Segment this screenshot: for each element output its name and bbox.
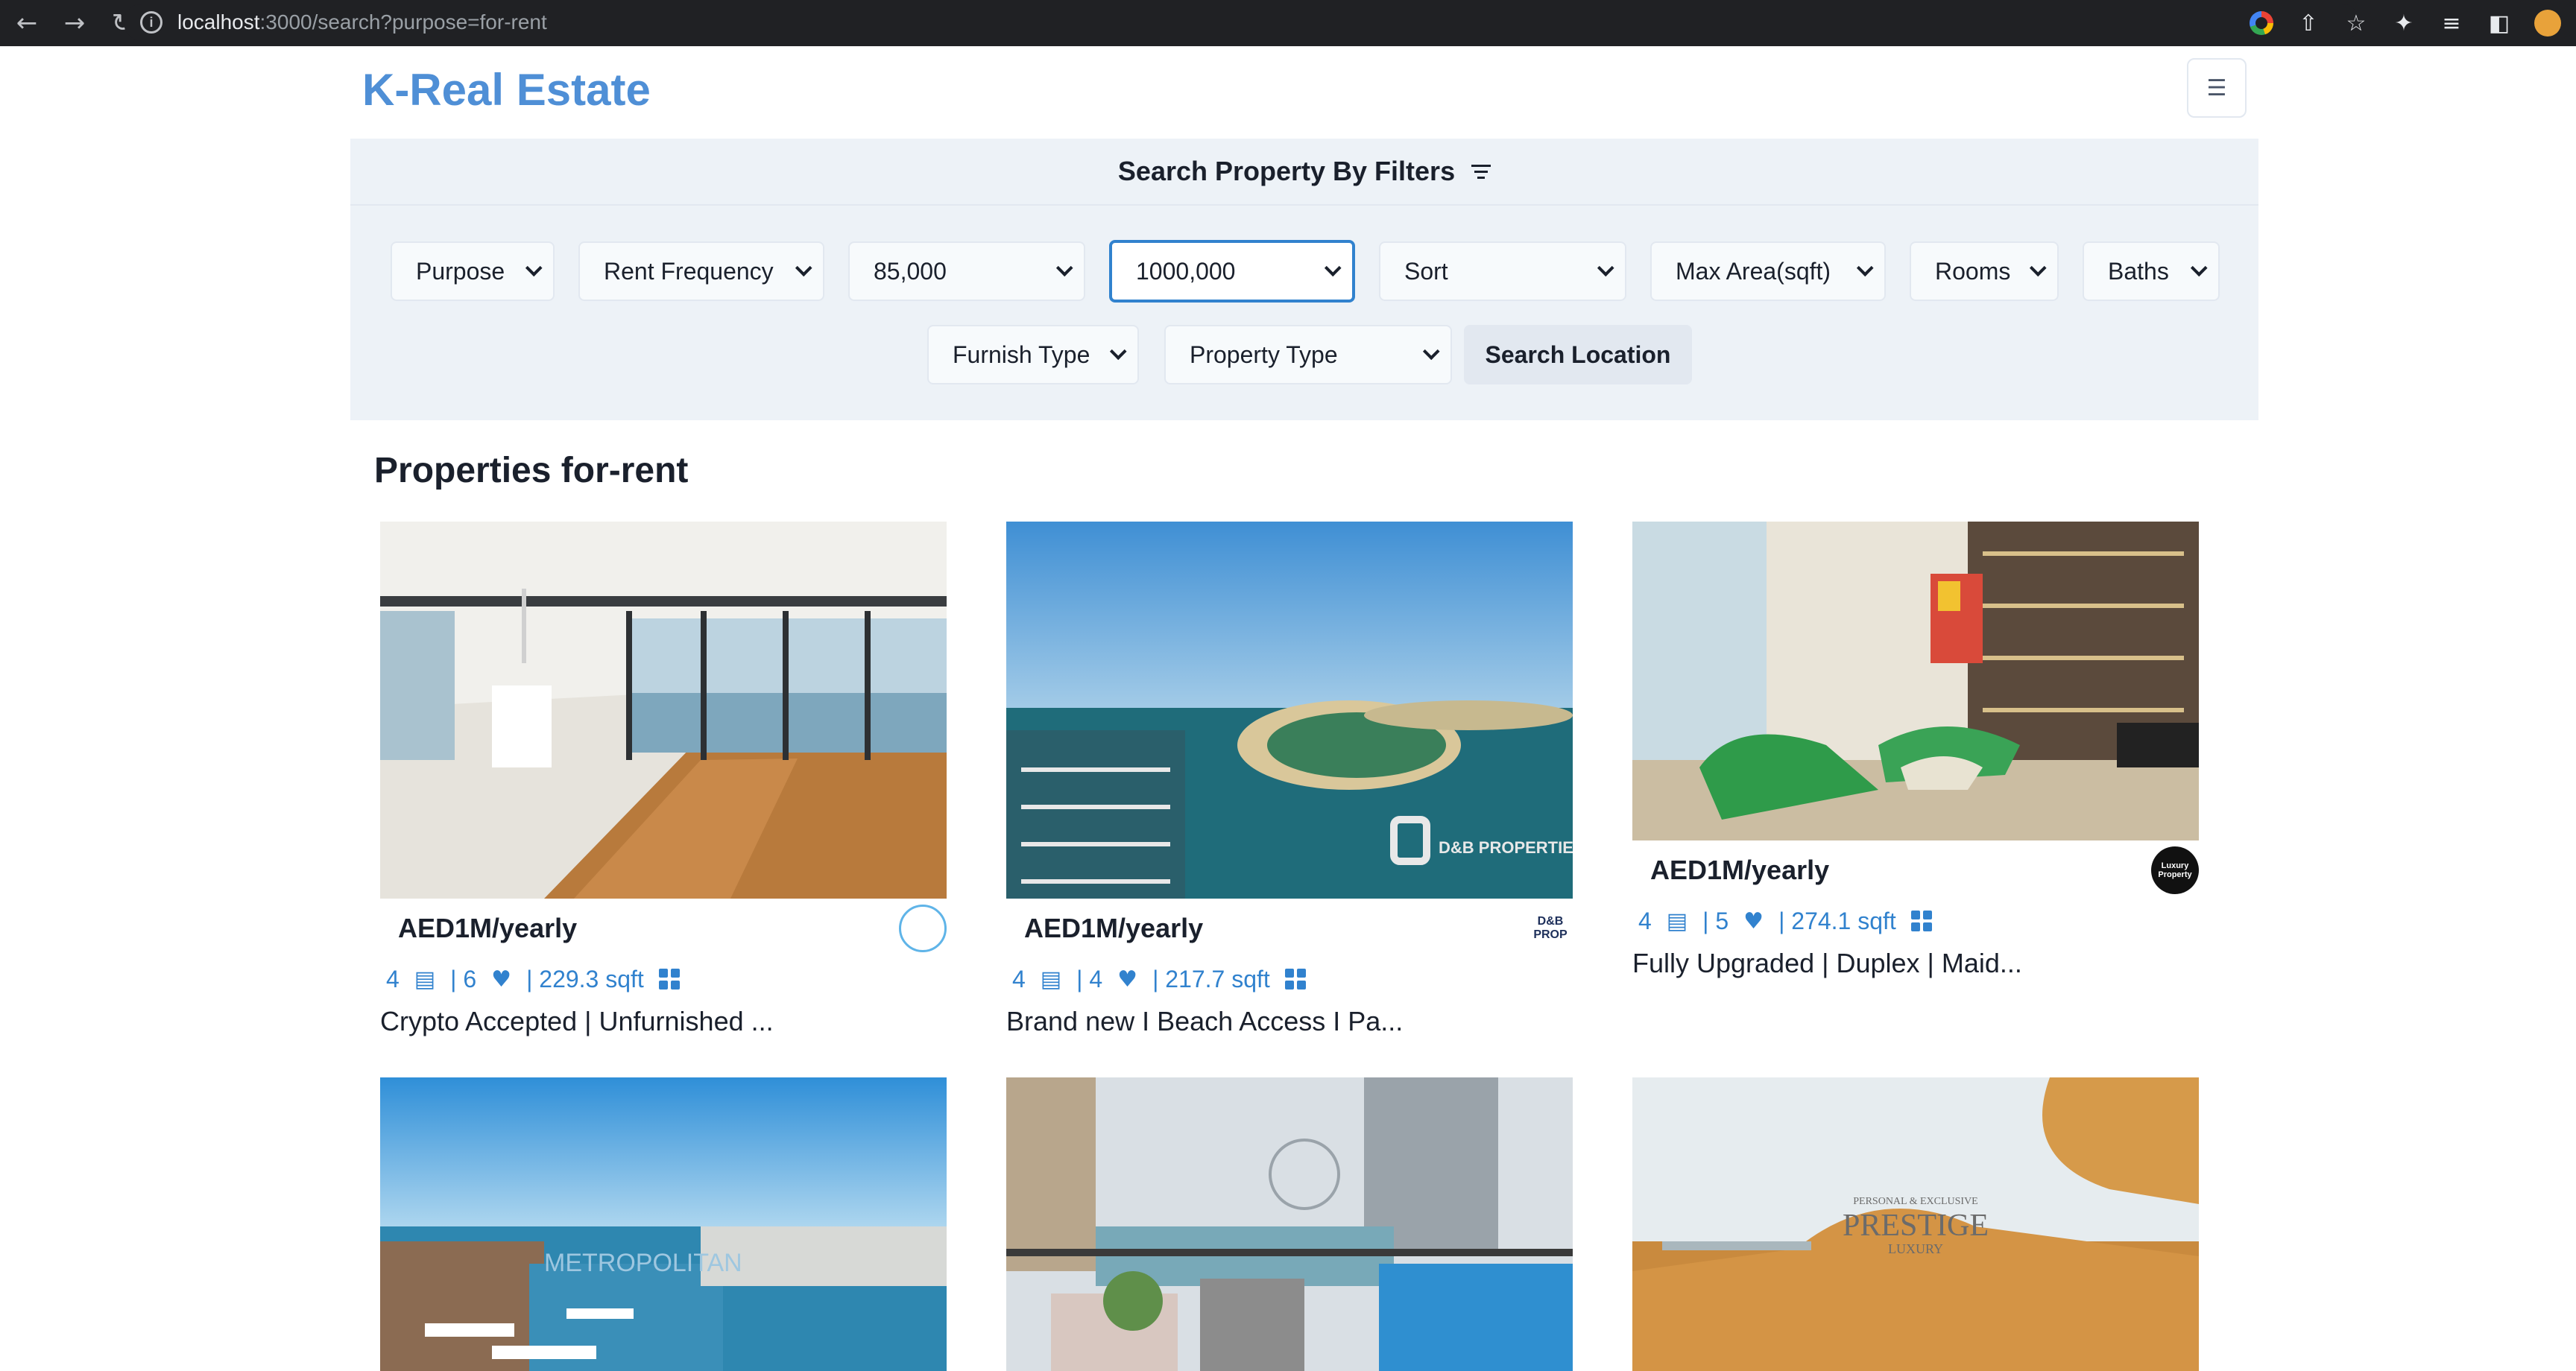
page-title: Properties for-rent	[374, 451, 689, 490]
property-card[interactable]: D&B PROPERTIES AED1M/yearly D&B PROP 4 ▤…	[1006, 522, 1573, 1037]
agency-logo	[899, 905, 947, 952]
chevron-down-icon	[525, 259, 543, 277]
listing-price: AED1M/yearly	[1650, 855, 1830, 885]
browser-toolbar: ← → ↻ i localhost:3000/search?purpose=fo…	[0, 0, 2576, 46]
agency-logo: Luxury Property	[2151, 846, 2199, 894]
rent-frequency-select[interactable]: Rent Frequency	[578, 241, 824, 301]
watermark-text: PRESTIGE	[1843, 1209, 1989, 1243]
listing-stats: 4 ▤ | 4 ♥ | 217.7 sqft	[1006, 958, 1573, 1000]
baths-select[interactable]: Baths	[2083, 241, 2220, 301]
purpose-select[interactable]: Purpose	[391, 241, 555, 301]
watermark-text: LUXURY	[1888, 1241, 1943, 1256]
chevron-down-icon	[1109, 343, 1127, 361]
rooms-count: 4	[386, 965, 400, 992]
chevron-down-icon	[1856, 259, 1874, 277]
search-location-button[interactable]: Search Location	[1464, 325, 1692, 384]
area-size: | 217.7 sqft	[1152, 965, 1270, 992]
brand-logo[interactable]: K-Real Estate	[362, 64, 651, 115]
watermark-text: PERSONAL & EXCLUSIVE	[1853, 1196, 1978, 1207]
side-panel-icon[interactable]: ◧	[2487, 10, 2512, 37]
google-icon[interactable]	[2250, 11, 2273, 35]
furnish-type-select[interactable]: Furnish Type	[927, 325, 1139, 384]
bed-icon: ▤	[1040, 966, 1062, 992]
reading-list-icon[interactable]: ≡	[2439, 10, 2464, 37]
filters-heading: Search Property By Filters	[1117, 156, 1456, 186]
property-card[interactable]: AED1M/yearly 4 ▤ | 6 ♥ | 229.3 sqft Cryp…	[380, 522, 947, 1037]
bed-icon: ▤	[414, 966, 436, 992]
property-card[interactable]	[1006, 1077, 1573, 1371]
chevron-down-icon	[1055, 259, 1073, 277]
grid-icon	[658, 969, 680, 990]
listing-price: AED1M/yearly	[398, 913, 578, 943]
rooms-count: 4	[1012, 965, 1026, 992]
listing-stats: 4 ▤ | 6 ♥ | 229.3 sqft	[380, 958, 947, 1000]
menu-icon: ☰	[2206, 75, 2227, 101]
site-info-icon[interactable]: i	[140, 11, 162, 34]
address-bar[interactable]: i localhost:3000/search?purpose=for-rent	[124, 4, 2360, 41]
property-card[interactable]: AED1M/yearly Luxury Property 4 ▤ | 5 ♥ |…	[1632, 522, 2199, 979]
agency-logo: D&B PROP	[1533, 915, 1568, 941]
property-image[interactable]	[380, 522, 947, 899]
property-type-select[interactable]: Property Type	[1164, 325, 1452, 384]
rooms-count: 4	[1638, 907, 1652, 934]
bath-icon: ♥	[1117, 966, 1138, 992]
watermark-text: METROPOLITAN	[544, 1249, 742, 1277]
area-size: | 229.3 sqft	[526, 965, 644, 992]
chevron-down-icon	[795, 259, 812, 277]
url-text[interactable]: localhost:3000/search?purpose=for-rent	[177, 10, 547, 34]
bookmark-star-icon[interactable]: ☆	[2343, 10, 2369, 37]
listing-title[interactable]: Brand new I Beach Access I Pa...	[1006, 1000, 1573, 1037]
area-size: | 274.1 sqft	[1778, 907, 1896, 934]
chevron-down-icon	[1422, 343, 1440, 361]
baths-count: | 4	[1076, 965, 1103, 992]
property-image[interactable]	[1006, 1077, 1573, 1371]
listing-title[interactable]: Fully Upgraded | Duplex | Maid...	[1632, 942, 2199, 979]
min-price-select[interactable]: 85,000	[848, 241, 1085, 301]
listing-price: AED1M/yearly	[1024, 913, 1204, 943]
bath-icon: ♥	[491, 966, 512, 992]
property-image[interactable]: PERSONAL & EXCLUSIVE PRESTIGE LUXURY	[1632, 1077, 2199, 1371]
watermark-text: D&B PROPERTIES	[1439, 838, 1573, 857]
forward-icon[interactable]: →	[54, 8, 95, 38]
listing-stats: 4 ▤ | 5 ♥ | 274.1 sqft	[1632, 900, 2199, 942]
bed-icon: ▤	[1666, 908, 1688, 934]
property-image[interactable]: METROPOLITAN	[380, 1077, 947, 1371]
profile-avatar[interactable]	[2534, 10, 2561, 37]
chevron-down-icon	[2190, 259, 2208, 277]
listing-title[interactable]: Crypto Accepted | Unfurnished ...	[380, 1000, 947, 1037]
max-price-select[interactable]: 1000,000	[1109, 240, 1355, 303]
hamburger-menu-button[interactable]: ☰	[2187, 58, 2247, 118]
baths-count: | 5	[1702, 907, 1729, 934]
max-area-select[interactable]: Max Area(sqft)	[1650, 241, 1886, 301]
rooms-select[interactable]: Rooms	[1910, 241, 2059, 301]
sort-select[interactable]: Sort	[1379, 241, 1626, 301]
property-image[interactable]	[1632, 522, 2199, 840]
filter-icon	[1471, 164, 1491, 179]
chevron-down-icon	[1324, 259, 1342, 277]
chevron-down-icon	[1597, 259, 1614, 277]
extensions-icon[interactable]: ✦	[2391, 10, 2416, 37]
chevron-down-icon	[2029, 259, 2047, 277]
property-image[interactable]: D&B PROPERTIES	[1006, 522, 1573, 899]
property-card[interactable]: PERSONAL & EXCLUSIVE PRESTIGE LUXURY	[1632, 1077, 2199, 1371]
property-card[interactable]: METROPOLITAN	[380, 1077, 947, 1371]
filters-header[interactable]: Search Property By Filters	[350, 139, 2258, 206]
back-icon[interactable]: ←	[6, 8, 48, 38]
bath-icon: ♥	[1743, 908, 1764, 934]
baths-count: | 6	[450, 965, 477, 992]
share-icon[interactable]: ⇧	[2296, 10, 2321, 37]
grid-icon	[1910, 911, 1932, 931]
grid-icon	[1284, 969, 1306, 990]
